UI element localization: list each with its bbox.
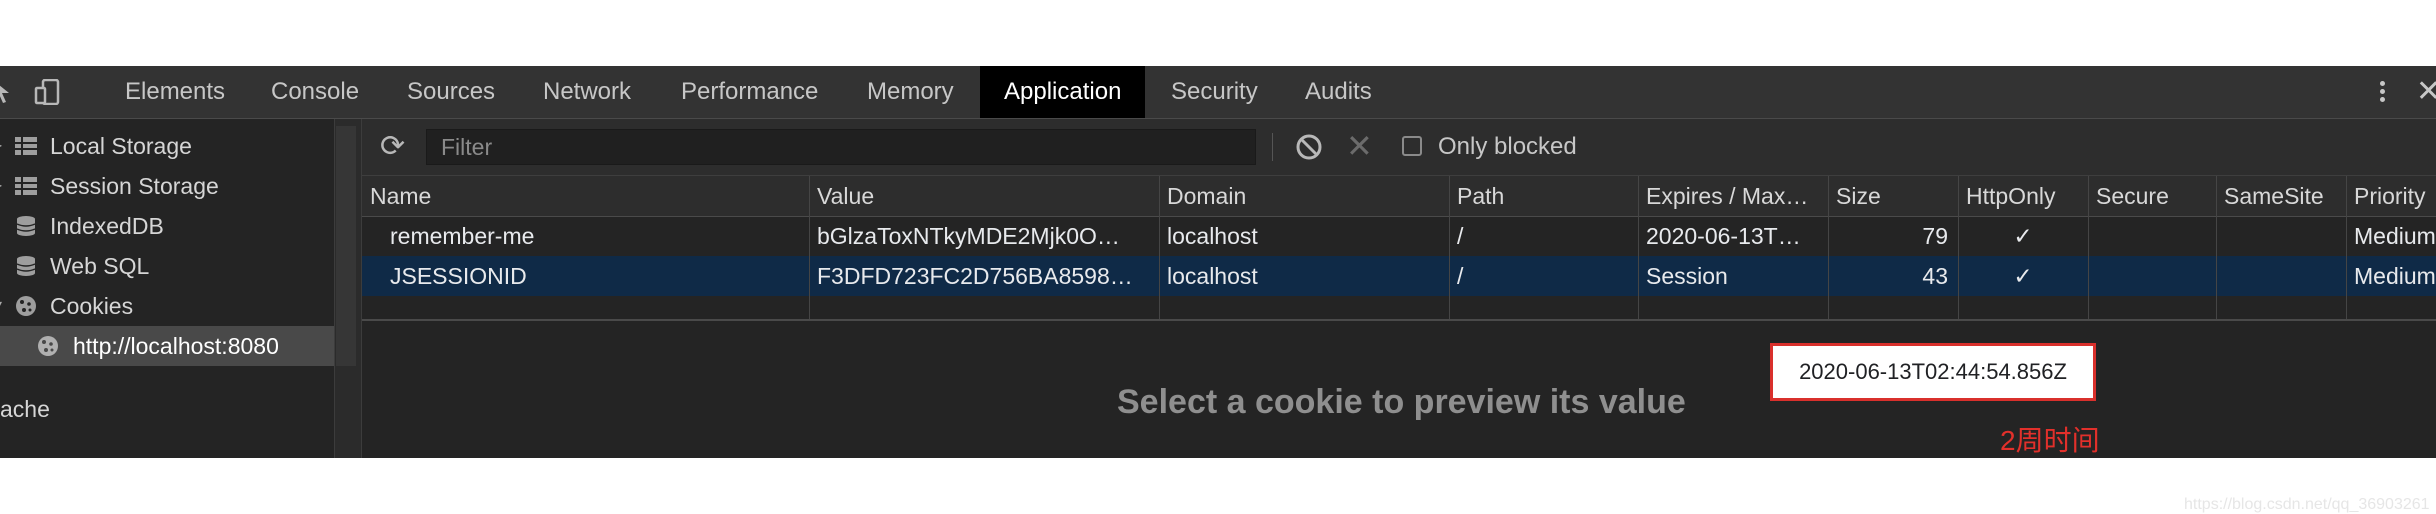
column-header-priority[interactable]: Priority	[2346, 176, 2436, 216]
sidebar-item-local-storage[interactable]: ▸ Local Storage	[0, 126, 192, 166]
cell-value: bGlzaToxNTkyMDE2Mjk0O…	[817, 223, 1120, 249]
tab-sources[interactable]: Sources	[407, 66, 495, 118]
preview-placeholder-text: Select a cookie to preview its value	[1117, 383, 1686, 421]
storage-grid-icon	[15, 177, 37, 195]
cell-httponly: ✓	[2013, 223, 2033, 249]
column-divider[interactable]	[1958, 176, 1959, 321]
only-blocked-label: Only blocked	[1438, 133, 1577, 160]
annotation-text: 2周时间	[2000, 425, 2100, 456]
sidebar-item-session-storage[interactable]: ▸ Session Storage	[0, 166, 219, 206]
only-blocked-checkbox[interactable]	[1402, 136, 1422, 156]
filter-input[interactable]	[426, 129, 1256, 165]
column-divider[interactable]	[2216, 176, 2217, 321]
storage-grid-icon	[15, 137, 37, 155]
column-header-samesite[interactable]: SameSite	[2216, 176, 2346, 216]
cell-priority: Medium	[2354, 263, 2436, 289]
column-header-httponly[interactable]: HttpOnly	[1958, 176, 2088, 216]
sidebar-item-label: http://localhost:8080	[73, 333, 279, 359]
cell-size: 79	[1922, 223, 1948, 249]
sidebar-item-localhost-8080[interactable]: http://localhost:8080	[0, 326, 334, 366]
tab-performance[interactable]: Performance	[681, 66, 818, 118]
cookies-toolbar: ⟳ ✕ Only blocked	[362, 119, 2436, 176]
sidebar-item-label: ache	[0, 396, 50, 422]
database-icon	[16, 216, 36, 236]
tab-elements[interactable]: Elements	[125, 66, 225, 118]
devtools-panel: Elements Console Sources Network Perform…	[0, 66, 2436, 513]
cookies-panel: ⟳ ✕ Only blocked Name Value Domain Path …	[362, 119, 2436, 458]
refresh-icon[interactable]: ⟳	[380, 132, 405, 162]
cookies-table: Name Value Domain Path Expires / Max… Si…	[362, 176, 2436, 321]
column-divider[interactable]	[809, 176, 810, 321]
sidebar-item-label: Session Storage	[50, 173, 219, 199]
cell-secure	[2088, 216, 2216, 256]
cell-domain: localhost	[1167, 263, 1258, 289]
cell-name: remember-me	[390, 223, 535, 249]
cell-expires: Session	[1646, 263, 1728, 289]
tab-network[interactable]: Network	[543, 66, 631, 118]
cell-path: /	[1457, 223, 1464, 249]
column-divider[interactable]	[1449, 176, 1450, 321]
table-header: Name Value Domain Path Expires / Max… Si…	[362, 176, 2436, 217]
more-options-icon[interactable]	[2380, 78, 2385, 105]
column-divider[interactable]	[1828, 176, 1829, 321]
column-header-size[interactable]: Size	[1828, 176, 1958, 216]
column-header-expires[interactable]: Expires / Max…	[1638, 176, 1828, 216]
database-icon	[16, 256, 36, 276]
inspect-element-icon[interactable]	[0, 79, 18, 105]
watermark: https://blog.csdn.net/qq_36903261	[2184, 496, 2430, 513]
sidebar-item-label: Web SQL	[50, 253, 150, 279]
tab-audits[interactable]: Audits	[1305, 66, 1372, 118]
sidebar-item-cache[interactable]: ache	[0, 389, 50, 429]
cell-priority: Medium	[2354, 223, 2436, 249]
column-divider[interactable]	[2088, 176, 2089, 321]
page-top-area	[0, 0, 2436, 66]
table-row[interactable]: remember-me bGlzaToxNTkyMDE2Mjk0O… local…	[362, 216, 2436, 256]
tab-console[interactable]: Console	[271, 66, 359, 118]
cell-name: JSESSIONID	[390, 263, 527, 289]
cell-samesite	[2216, 256, 2346, 296]
table-resizer[interactable]	[362, 319, 2436, 321]
cell-value: F3DFD723FC2D756BA8598…	[817, 263, 1133, 289]
tab-application[interactable]: Application	[980, 66, 1146, 118]
column-divider[interactable]	[1638, 176, 1639, 321]
expires-tooltip: 2020-06-13T02:44:54.856Z	[1770, 343, 2096, 401]
close-devtools-icon[interactable]: ✕	[2416, 74, 2436, 109]
application-sidebar: ▸ Local Storage ▸ Session Storage	[0, 119, 334, 458]
delete-selected-icon[interactable]: ✕	[1346, 127, 1373, 165]
cookie-icon	[16, 296, 36, 316]
sidebar-item-label: Local Storage	[50, 133, 192, 159]
sidebar-item-label: IndexedDB	[50, 213, 164, 239]
table-row[interactable]: JSESSIONID F3DFD723FC2D756BA8598… localh…	[362, 256, 2436, 296]
cell-path: /	[1457, 263, 1464, 289]
cell-httponly: ✓	[2013, 263, 2033, 289]
cookie-icon	[38, 336, 58, 356]
column-header-secure[interactable]: Secure	[2088, 176, 2216, 216]
cell-size: 43	[1922, 263, 1948, 289]
devtools-tabbar: Elements Console Sources Network Perform…	[0, 66, 2436, 119]
column-header-name[interactable]: Name	[362, 176, 809, 216]
sidebar-item-indexeddb[interactable]: IndexedDB	[0, 206, 164, 246]
cell-domain: localhost	[1167, 223, 1258, 249]
sidebar-item-cookies[interactable]: ▾ Cookies	[0, 286, 133, 326]
column-divider[interactable]	[1159, 176, 1160, 321]
sidebar-scrollbar[interactable]	[336, 126, 356, 366]
tab-memory[interactable]: Memory	[867, 66, 954, 118]
toolbar-divider	[1272, 133, 1273, 161]
column-divider[interactable]	[2346, 176, 2347, 321]
column-header-domain[interactable]: Domain	[1159, 176, 1449, 216]
cell-samesite	[2216, 216, 2346, 256]
column-header-path[interactable]: Path	[1449, 176, 1638, 216]
sidebar-item-label: Cookies	[50, 293, 134, 319]
tab-security[interactable]: Security	[1171, 66, 1258, 118]
device-toolbar-icon[interactable]	[34, 79, 60, 105]
column-header-value[interactable]: Value	[809, 176, 1159, 216]
sidebar-item-web-sql[interactable]: Web SQL	[0, 246, 149, 286]
cell-expires: 2020-06-13T…	[1646, 223, 1801, 249]
clear-all-cookies-icon[interactable]	[1294, 132, 1324, 162]
cell-secure	[2088, 256, 2216, 296]
